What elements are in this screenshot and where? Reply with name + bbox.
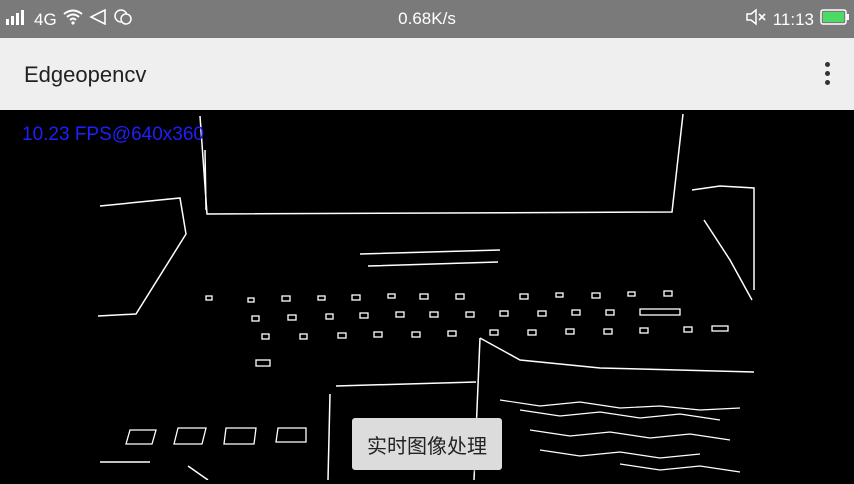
battery-icon	[820, 8, 850, 31]
clock: 11:13	[772, 9, 814, 29]
mute-icon	[745, 8, 767, 31]
overflow-menu-icon[interactable]	[820, 60, 834, 88]
realtime-processing-button[interactable]: 实时图像处理	[352, 418, 502, 470]
fps-overlay: 10.23 FPS@640x360	[22, 124, 204, 145]
app-title: Edgeopencv	[24, 62, 147, 87]
status-bar: 4G 0.68K/s 11:13	[0, 0, 854, 38]
network-speed: 0.68K/s	[398, 9, 456, 28]
app-bar: Edgeopencv	[0, 38, 854, 110]
status-right: 11:13	[745, 8, 850, 31]
